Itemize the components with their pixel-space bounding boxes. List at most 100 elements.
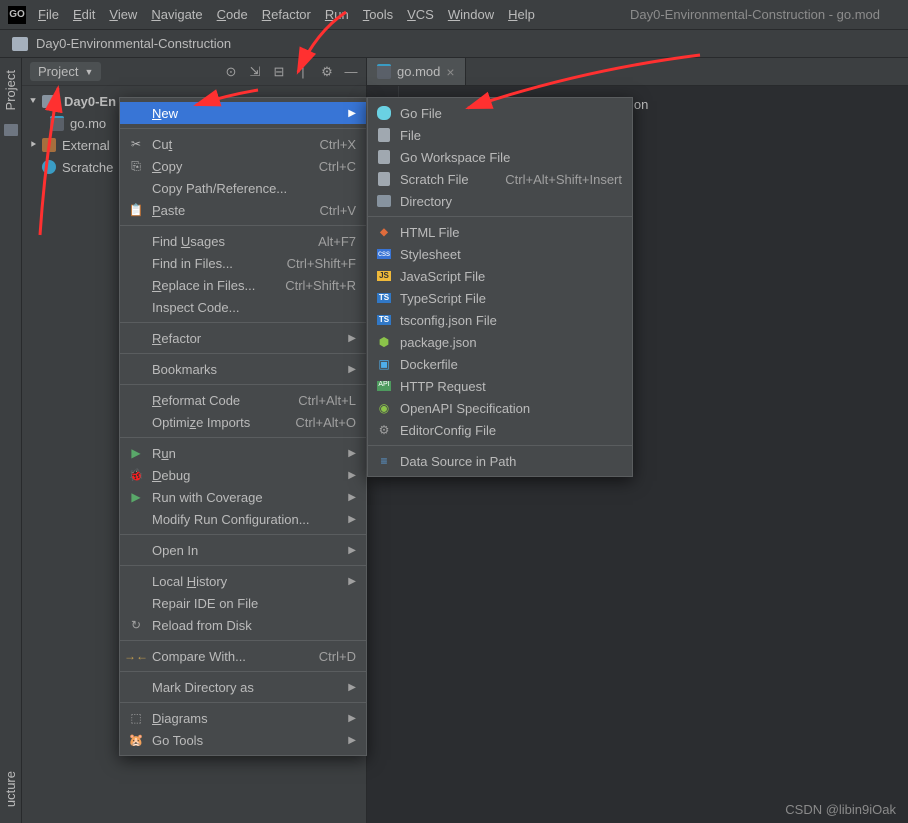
menu-item-paste[interactable]: 📋PasteCtrl+V [120,199,366,221]
menubar-item-file[interactable]: File [38,7,59,22]
submenu-item-scratch-file[interactable]: Scratch FileCtrl+Alt+Shift+Insert [368,168,632,190]
submenu-item-http-request[interactable]: APIHTTP Request [368,375,632,397]
menu-item-shortcut: Ctrl+Alt+O [275,415,356,430]
titlebar: GO FileEditViewNavigateCodeRefactorRunTo… [0,0,908,30]
window-title: Day0-Environmental-Construction - go.mod [630,7,880,22]
submenu-item-data-source-in-path[interactable]: ≡Data Source in Path [368,450,632,472]
submenu-item-icon [376,105,392,121]
locate-icon[interactable]: ⊙ [224,65,238,79]
menu-item-reload-from-disk[interactable]: ↻Reload from Disk [120,614,366,636]
submenu-item-label: Stylesheet [400,247,461,262]
menu-item-label: Run with Coverage [152,490,263,505]
collapse-caret-icon[interactable]: ⯈ [28,140,38,151]
menubar-item-view[interactable]: View [109,7,137,22]
submenu-item-typescript-file[interactable]: TSTypeScript File [368,287,632,309]
menu-item-mark-directory-as[interactable]: Mark Directory as▶ [120,676,366,698]
submenu-item-dockerfile[interactable]: ▣Dockerfile [368,353,632,375]
menu-item-label: Reload from Disk [152,618,252,633]
menu-item-bookmarks[interactable]: Bookmarks▶ [120,358,366,380]
menu-item-new[interactable]: New▶ [120,102,366,124]
close-icon[interactable]: × [446,64,454,80]
gear-icon[interactable]: ⚙ [320,65,334,79]
submenu-item-tsconfig-json-file[interactable]: TStsconfig.json File [368,309,632,331]
menu-item-replace-in-files[interactable]: Replace in Files...Ctrl+Shift+R [120,274,366,296]
editor-tab-gomod[interactable]: go.mod × [367,58,466,85]
submenu-item-icon: ◉ [376,400,392,416]
menubar-item-edit[interactable]: Edit [73,7,95,22]
menu-item-label: Open In [152,543,198,558]
menu-item-optimize-imports[interactable]: Optimize ImportsCtrl+Alt+O [120,411,366,433]
submenu-item-label: OpenAPI Specification [400,401,530,416]
menubar-item-tools[interactable]: Tools [363,7,393,22]
menu-item-label: Find in Files... [152,256,233,271]
menu-item-copy-path-reference[interactable]: Copy Path/Reference... [120,177,366,199]
submenu-item-icon: ◆ [376,224,392,240]
menu-item-icon: ▶ [128,489,144,505]
submenu-item-stylesheet[interactable]: css Stylesheet [368,243,632,265]
submenu-item-html-file[interactable]: ◆HTML File [368,221,632,243]
submenu-item-editorconfig-file[interactable]: ⚙EditorConfig File [368,419,632,441]
menubar-item-navigate[interactable]: Navigate [151,7,202,22]
new-submenu: Go FileFileGo Workspace FileScratch File… [367,97,633,477]
submenu-item-go-workspace-file[interactable]: Go Workspace File [368,146,632,168]
project-tool-tab[interactable]: Project [3,64,18,116]
menu-item-copy[interactable]: ⎘CopyCtrl+C [120,155,366,177]
submenu-item-icon: css [376,246,392,262]
menu-item-debug[interactable]: 🐞Debug▶ [120,464,366,486]
submenu-item-go-file[interactable]: Go File [368,102,632,124]
project-label: Project [38,64,78,79]
menu-item-modify-run-configuration[interactable]: Modify Run Configuration...▶ [120,508,366,530]
collapse-all-icon[interactable]: ⊟ [272,65,286,79]
hide-icon[interactable]: — [344,65,358,79]
menubar-item-code[interactable]: Code [217,7,248,22]
structure-tool-tab[interactable]: ucture [3,765,18,813]
menu-item-run-with-coverage[interactable]: ▶Run with Coverage▶ [120,486,366,508]
submenu-arrow-icon: ▶ [348,682,356,693]
menu-item-cut[interactable]: ✂CutCtrl+X [120,133,366,155]
menu-item-label: Replace in Files... [152,278,255,293]
menubar-item-vcs[interactable]: VCS [407,7,434,22]
expand-all-icon[interactable]: ⇲ [248,65,262,79]
menu-separator [120,671,366,672]
menu-item-icon: 🐞 [128,467,144,483]
menu-separator [120,322,366,323]
expand-caret-icon[interactable]: ⯆ [28,96,38,107]
submenu-item-label: tsconfig.json File [400,313,497,328]
submenu-item-javascript-file[interactable]: JSJavaScript File [368,265,632,287]
scratch-icon [42,160,56,174]
submenu-item-label: Directory [400,194,452,209]
submenu-arrow-icon: ▶ [348,514,356,525]
menu-item-icon: →← [128,648,144,664]
menu-item-find-usages[interactable]: Find UsagesAlt+F7 [120,230,366,252]
menu-item-inspect-code[interactable]: Inspect Code... [120,296,366,318]
submenu-item-icon: TS [376,290,392,306]
menu-item-repair-ide-on-file[interactable]: Repair IDE on File [120,592,366,614]
bookmark-tool-icon[interactable] [4,124,18,136]
menubar: File Edit View Navigate Code Refactor Run Tools… [38,7,630,22]
breadcrumb-text[interactable]: Day0-Environmental-Construction [36,36,231,51]
menu-item-icon: ▶ [128,445,144,461]
menu-item-open-in[interactable]: Open In▶ [120,539,366,561]
project-view-selector[interactable]: Project ▼ [30,62,101,81]
submenu-item-package-json[interactable]: ⬢package.json [368,331,632,353]
submenu-item-file[interactable]: File [368,124,632,146]
menu-item-find-in-files[interactable]: Find in Files...Ctrl+Shift+F [120,252,366,274]
menu-separator [120,225,366,226]
menu-item-go-tools[interactable]: 🐹Go Tools▶ [120,729,366,751]
menubar-item-run[interactable]: Run [325,7,349,22]
menubar-item-help[interactable]: Help [508,7,535,22]
submenu-item-label: HTTP Request [400,379,486,394]
submenu-item-directory[interactable]: Directory [368,190,632,212]
submenu-item-openapi-specification[interactable]: ◉ OpenAPI Specification [368,397,632,419]
menu-item-local-history[interactable]: Local History▶ [120,570,366,592]
menu-item-diagrams[interactable]: ⬚Diagrams▶ [120,707,366,729]
menu-item-compare-with[interactable]: →←Compare With...Ctrl+D [120,645,366,667]
menu-item-reformat-code[interactable]: Reformat CodeCtrl+Alt+L [120,389,366,411]
menu-item-label: Repair IDE on File [152,596,258,611]
menu-item-refactor[interactable]: Refactor▶ [120,327,366,349]
menu-item-run[interactable]: ▶Run▶ [120,442,366,464]
menu-item-icon: 📋 [128,202,144,218]
menubar-item-window[interactable]: Window [448,7,494,22]
menubar-item-refactor[interactable]: Refactor [262,7,311,22]
menu-item-shortcut: Ctrl+C [299,159,356,174]
